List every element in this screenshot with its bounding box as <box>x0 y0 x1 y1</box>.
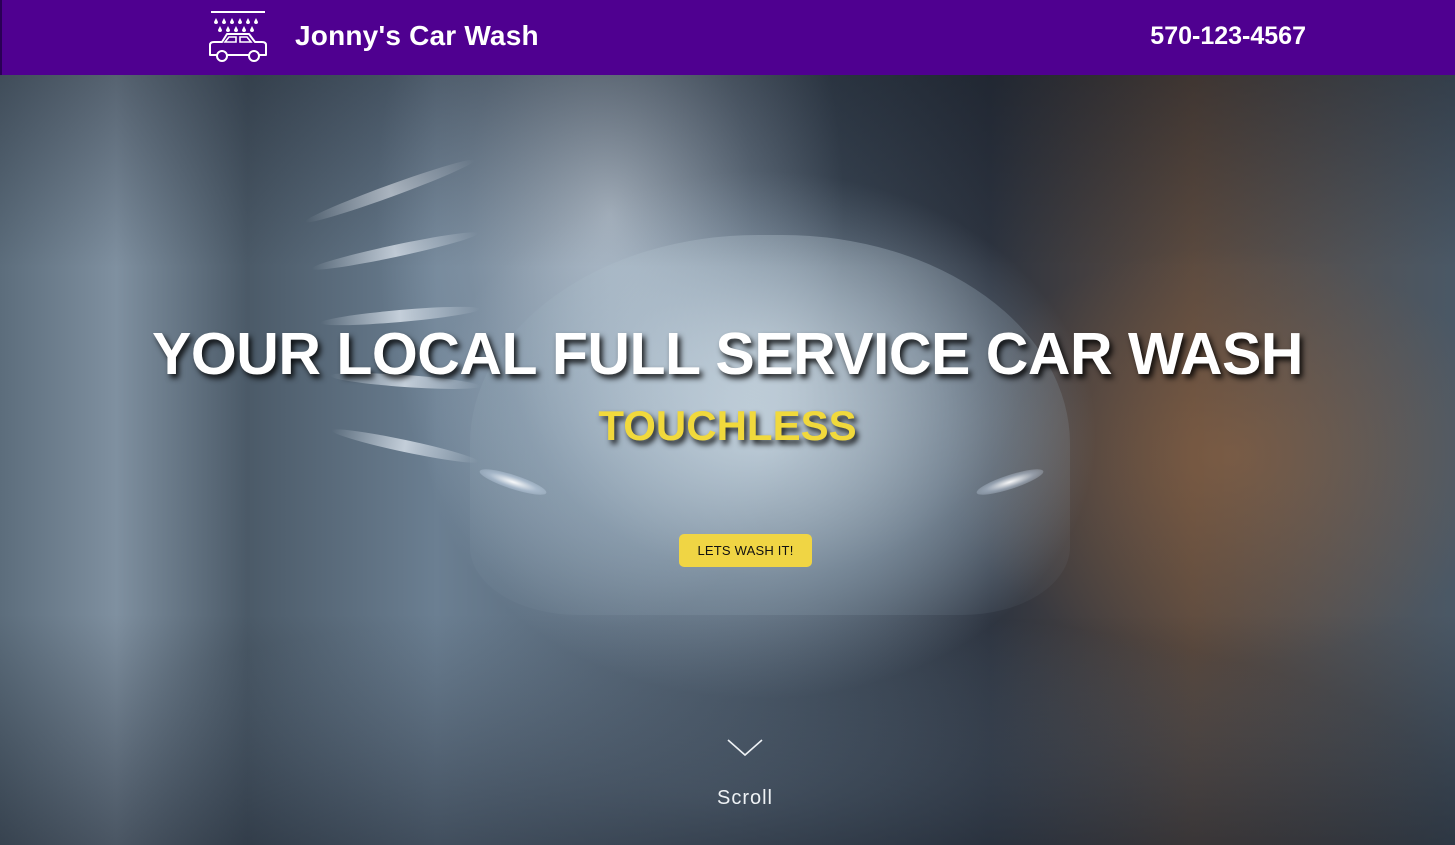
site-header: Jonny's Car Wash 570-123-4567 <box>0 0 1455 75</box>
chevron-down-icon[interactable] <box>726 738 764 758</box>
scroll-label[interactable]: Scroll <box>0 787 1455 810</box>
car-wash-icon[interactable] <box>205 9 271 65</box>
brand-name[interactable]: Jonny's Car Wash <box>295 20 539 52</box>
hero-headline: YOUR LOCAL FULL SERVICE CAR WASH <box>152 321 1303 387</box>
phone-number[interactable]: 570-123-4567 <box>1150 22 1306 51</box>
hero-banner: YOUR LOCAL FULL SERVICE CAR WASH TOUCHLE… <box>0 75 1455 845</box>
hero-overlay <box>0 75 1455 845</box>
lets-wash-button[interactable]: LETS WASH IT! <box>679 534 812 567</box>
hero-subheadline: TOUCHLESS <box>598 402 857 449</box>
